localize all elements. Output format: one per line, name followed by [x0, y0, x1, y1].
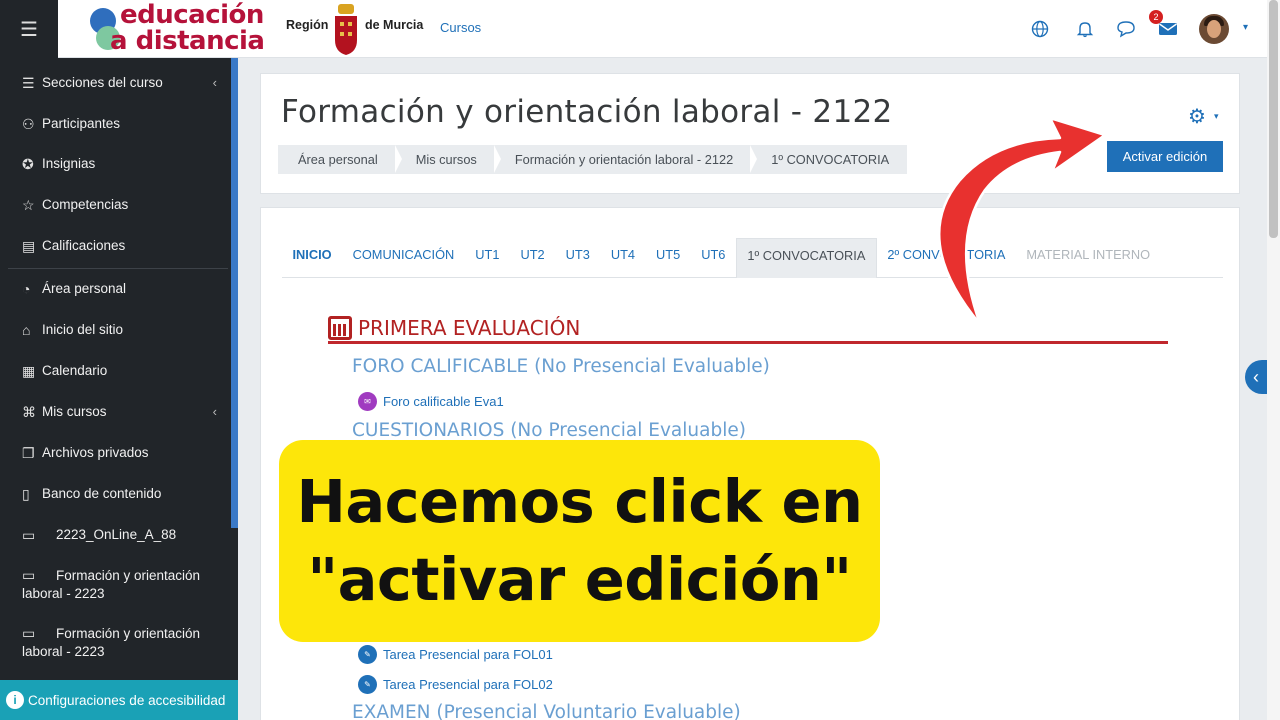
right-drawer-toggle-icon[interactable]: ‹ — [1245, 360, 1267, 394]
dashboard-icon: ◔ — [22, 281, 31, 297]
tab-ut5[interactable]: UT5 — [646, 238, 691, 278]
accessibility-icon: i — [6, 691, 24, 709]
chevron-left-icon: ‹ — [212, 75, 217, 90]
chevron-left-icon: ‹ — [212, 404, 217, 419]
sidebar-item-secciones[interactable]: ☰ Secciones del curso ‹ — [22, 74, 217, 92]
page-scrollbar-thumb[interactable] — [1269, 0, 1278, 238]
home-icon: ⌂ — [22, 322, 31, 338]
calendar-icon — [328, 316, 352, 340]
sidebar: ☰ ☰ Secciones del curso ‹ ⚇ Participante… — [0, 0, 238, 720]
sidebar-item-calificaciones[interactable]: ▤ Calificaciones — [22, 237, 217, 255]
breadcrumb: Área personal Mis cursos Formación y ori… — [278, 145, 908, 174]
mortarboard-icon: ⌘ — [22, 404, 36, 420]
tutorial-caption-box: Hacemos click en "activar edición" — [279, 440, 880, 642]
site-logo[interactable]: educación a distancia — [90, 0, 310, 56]
tab-ut2[interactable]: UT2 — [510, 238, 555, 278]
tab-ut6[interactable]: UT6 — [691, 238, 736, 278]
sidebar-item-insignias[interactable]: ✪ Insignias — [22, 155, 217, 173]
page-scrollbar[interactable] — [1267, 0, 1280, 720]
section-title: PRIMERA EVALUACIÓN — [358, 316, 581, 340]
badge-icon: ✪ — [22, 156, 34, 172]
avatar-face — [1207, 20, 1221, 38]
user-menu-caret-icon[interactable]: ▾ — [1243, 22, 1248, 33]
sidebar-item-inicio-sitio[interactable]: ⌂ Inicio del sitio — [22, 321, 217, 339]
tab-ut3[interactable]: UT3 — [555, 238, 600, 278]
user-avatar[interactable] — [1199, 14, 1229, 44]
chat-bubble-icon[interactable] — [1115, 18, 1137, 40]
sidebar-item-course-fol-2223-a[interactable]: ▭ Formación y orientación laboral - 2223 — [22, 566, 217, 603]
participants-icon: ⚇ — [22, 116, 35, 132]
tab-1-convocatoria[interactable]: 1º CONVOCATORIA — [735, 238, 877, 278]
tab-inicio[interactable]: INICIO — [282, 238, 342, 278]
nav-cursos-link[interactable]: Cursos — [440, 20, 481, 35]
envelope-icon[interactable] — [1157, 18, 1179, 40]
sidebar-item-calendario[interactable]: ▦ Calendario — [22, 362, 217, 380]
sidebar-item-area-personal[interactable]: ◔ Área personal — [22, 280, 217, 298]
globe-icon[interactable] — [1029, 18, 1051, 40]
sidebar-item-mis-cursos[interactable]: ⌘ Mis cursos ‹ — [22, 403, 217, 421]
murcia-label: de Murcia — [365, 18, 424, 32]
breadcrumb-item-mis-cursos[interactable]: Mis cursos — [396, 145, 502, 174]
subhead-foro: FORO CALIFICABLE (No Presencial Evaluabl… — [352, 356, 770, 377]
sidebar-item-course-fol-2223-b[interactable]: ▭ Formación y orientación laboral - 2223 — [22, 624, 217, 661]
assignment-icon: ✎ — [358, 645, 377, 664]
assignment-icon: ✎ — [358, 675, 377, 694]
bell-icon[interactable] — [1074, 18, 1096, 40]
subhead-examen: EXAMEN (Presencial Voluntario Evaluable) — [352, 702, 741, 720]
sidebar-scrollbar[interactable] — [231, 58, 238, 528]
sidebar-item-archivos[interactable]: ❐ Archivos privados — [22, 444, 217, 462]
clipboard-icon: ▯ — [22, 486, 30, 502]
murcia-coat-of-arms-icon — [335, 4, 357, 55]
caption-line-1: Hacemos click en — [296, 467, 863, 536]
hamburger-menu-icon[interactable]: ☰ — [0, 0, 58, 58]
grades-icon: ▤ — [22, 238, 36, 254]
tab-ut4[interactable]: UT4 — [600, 238, 645, 278]
folder-icon: ▭ — [22, 527, 36, 543]
sidebar-item-competencias[interactable]: ☆ Competencias — [22, 196, 217, 214]
breadcrumb-item-course[interactable]: Formación y orientación laboral - 2122 — [495, 145, 758, 174]
subhead-cuestionarios: CUESTIONARIOS (No Presencial Evaluable) — [352, 420, 746, 441]
region-label: Región — [286, 18, 329, 32]
star-icon: ☆ — [22, 197, 35, 213]
breadcrumb-item-convocatoria[interactable]: 1º CONVOCATORIA — [751, 145, 907, 174]
activity-tarea-fol01[interactable]: ✎ Tarea Presencial para FOL01 — [358, 645, 553, 664]
activity-tarea-fol02[interactable]: ✎ Tarea Presencial para FOL02 — [358, 675, 553, 694]
section-divider — [328, 341, 1168, 344]
sidebar-divider — [8, 268, 228, 269]
forum-icon: ✉ — [358, 392, 377, 411]
chevron-down-icon[interactable]: ▾ — [1214, 111, 1219, 122]
accessibility-settings-button[interactable]: i Configuraciones de accesibilidad — [0, 680, 238, 720]
tab-ut1[interactable]: UT1 — [465, 238, 510, 278]
list-icon: ☰ — [22, 75, 35, 91]
section-header: PRIMERA EVALUACIÓN — [328, 316, 580, 340]
caption-line-2: "activar edición" — [307, 545, 852, 614]
breadcrumb-item-area-personal[interactable]: Área personal — [278, 145, 402, 174]
top-navbar: educación a distancia Región de Murcia C… — [58, 0, 1267, 58]
folder-icon: ▭ — [22, 567, 36, 583]
page-title: Formación y orientación laboral - 2122 — [281, 94, 893, 130]
sidebar-item-banco[interactable]: ▯ Banco de contenido — [22, 485, 217, 503]
red-pointer-arrow-icon — [937, 116, 1107, 326]
folder-icon: ▭ — [22, 625, 36, 641]
activity-foro-calificable[interactable]: ✉ Foro calificable Eva1 — [358, 392, 504, 411]
tab-comunicacion[interactable]: COMUNICACIÓN — [342, 238, 465, 278]
calendar-icon: ▦ — [22, 363, 36, 379]
files-icon: ❐ — [22, 445, 35, 461]
gear-icon[interactable]: ⚙ — [1188, 104, 1206, 129]
sidebar-item-course-2223-online[interactable]: ▭ 2223_OnLine_A_88 — [22, 526, 217, 544]
sidebar-item-participantes[interactable]: ⚇ Participantes — [22, 115, 217, 133]
